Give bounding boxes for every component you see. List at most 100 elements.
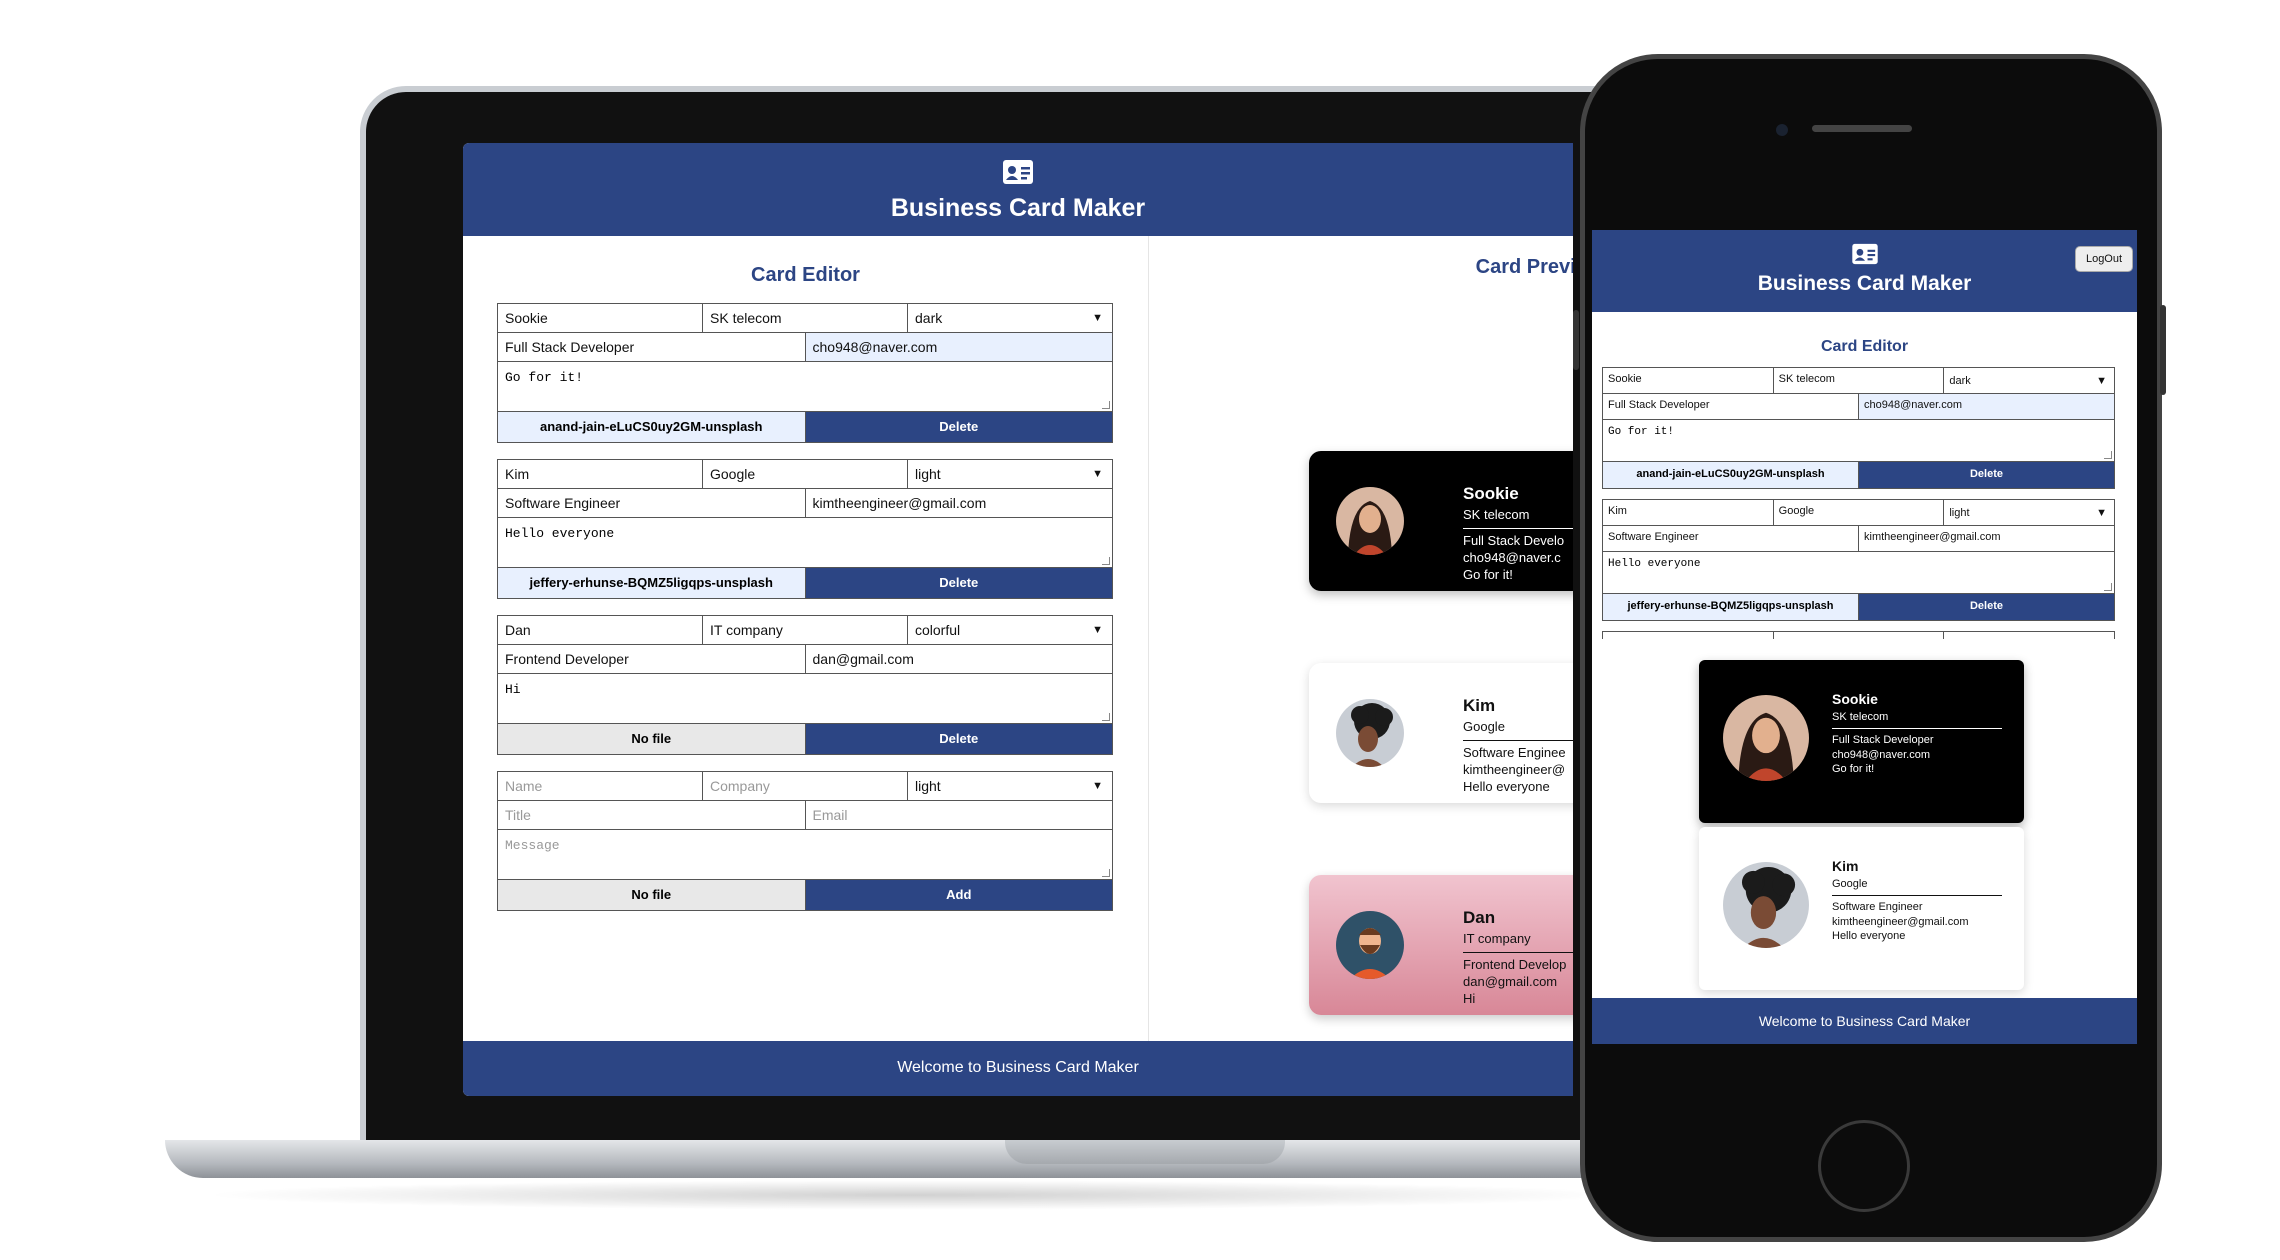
email-input[interactable]: Email bbox=[806, 801, 1113, 829]
message-textarea[interactable]: Message bbox=[498, 830, 1112, 880]
card-form: Sookie SK telecom dark ▼ Full Stack Devel… bbox=[497, 303, 1113, 443]
image-file-button[interactable]: anand-jain-eLuCS0uy2GM-unsplash bbox=[498, 412, 806, 442]
logout-button[interactable]: LogOut bbox=[2075, 246, 2133, 272]
delete-button[interactable]: Delete bbox=[805, 724, 1112, 754]
email-input[interactable]: kimtheengineer@gmail.com bbox=[806, 489, 1113, 517]
image-file-button[interactable]: No file bbox=[498, 724, 806, 754]
chevron-down-icon: ▼ bbox=[1092, 780, 1103, 792]
card-title: Software Enginee bbox=[1463, 744, 1566, 760]
card-name: Sookie bbox=[1463, 484, 1519, 503]
chevron-down-icon: ▼ bbox=[2096, 374, 2108, 387]
message-value: Go for it! bbox=[1608, 426, 1675, 438]
email-input[interactable]: cho948@naver.com bbox=[805, 333, 1112, 361]
resize-handle-icon[interactable] bbox=[1102, 557, 1110, 565]
email-input[interactable]: dan@gmail.com bbox=[806, 645, 1113, 673]
card-form: Kim Google light ▼ Software Engineer kimt… bbox=[497, 459, 1113, 599]
avatar bbox=[1336, 911, 1404, 979]
camera-icon bbox=[1776, 124, 1788, 136]
company-input[interactable]: SK telecom bbox=[703, 304, 908, 332]
card-message: Go for it! bbox=[1832, 763, 1875, 776]
title-input[interactable]: Software Engineer bbox=[498, 489, 806, 517]
email-input[interactable]: cho948@naver.com bbox=[1859, 394, 2114, 419]
card-message: Hi bbox=[1463, 990, 1476, 1006]
title-input[interactable]: Full Stack Developer bbox=[1603, 394, 1859, 419]
card-name: Dan bbox=[1463, 908, 1496, 927]
delete-button[interactable]: Delete bbox=[1859, 462, 2114, 488]
message-placeholder: Message bbox=[505, 838, 560, 853]
laptop-shadow bbox=[200, 1180, 1630, 1210]
image-file-button[interactable]: No file bbox=[498, 880, 806, 910]
theme-select[interactable]: light ▼ bbox=[908, 460, 1112, 488]
delete-button[interactable]: Delete bbox=[805, 412, 1112, 442]
phone-power-button bbox=[2160, 305, 2166, 395]
company-input[interactable]: Google bbox=[1774, 500, 1945, 525]
theme-select[interactable]: dark ▼ bbox=[1944, 368, 2114, 393]
editor-title: Card Editor bbox=[1820, 338, 1909, 355]
title-input[interactable]: Full Stack Developer bbox=[498, 333, 806, 361]
title-input[interactable]: Title bbox=[498, 801, 806, 829]
company-input[interactable]: SK telecom bbox=[1774, 368, 1945, 393]
card-company: SK telecom bbox=[1832, 710, 2002, 730]
company-input[interactable]: Google bbox=[703, 460, 908, 488]
theme-select[interactable]: dark ▼ bbox=[908, 304, 1112, 332]
image-file-button[interactable]: jeffery-erhunse-BQMZ5ligqps-unsplash bbox=[1603, 594, 1859, 620]
resize-handle-icon[interactable] bbox=[2104, 451, 2112, 459]
email-input[interactable]: kimtheengineer@gmail.com bbox=[1859, 526, 2114, 551]
card-company: IT company bbox=[1463, 931, 1573, 953]
name-input[interactable]: Kim bbox=[1603, 500, 1774, 525]
name-input[interactable]: Sookie bbox=[498, 304, 703, 332]
add-card-form: Name Company light ▼ Title Email Message … bbox=[497, 771, 1113, 911]
card-message: Hello everyone bbox=[1832, 930, 1906, 943]
message-textarea[interactable]: Hi bbox=[498, 674, 1112, 724]
title-input[interactable]: Frontend Developer bbox=[498, 645, 806, 673]
chevron-down-icon: ▼ bbox=[1092, 468, 1103, 480]
theme-select[interactable]: light ▼ bbox=[1944, 500, 2114, 525]
preview-card[interactable]: Kim Google Software Enginee kimtheengine… bbox=[1309, 663, 1573, 803]
card-company: Google bbox=[1463, 719, 1573, 741]
resize-handle-icon[interactable] bbox=[1102, 869, 1110, 877]
theme-value: dark bbox=[915, 310, 943, 326]
name-input[interactable]: Name bbox=[498, 772, 703, 800]
title-input[interactable]: Software Engineer bbox=[1603, 526, 1859, 551]
message-textarea[interactable]: Hello everyone bbox=[1603, 552, 2114, 594]
preview-card[interactable]: Sookie SK telecom Full Stack Develo cho9… bbox=[1309, 451, 1573, 591]
add-button[interactable]: Add bbox=[805, 880, 1112, 910]
message-textarea[interactable]: Go for it! bbox=[498, 362, 1112, 412]
delete-button[interactable]: Delete bbox=[805, 568, 1112, 598]
company-input[interactable]: Company bbox=[703, 772, 908, 800]
resize-handle-icon[interactable] bbox=[2104, 583, 2112, 591]
phone-volume-button bbox=[1573, 310, 1579, 370]
company-input[interactable]: IT company bbox=[703, 616, 908, 644]
card-preview: Card Preview Sookie SK telecom Full Stac… bbox=[1149, 236, 1573, 1041]
chevron-down-icon: ▼ bbox=[1092, 624, 1103, 636]
name-input[interactable]: Kim bbox=[498, 460, 703, 488]
name-input[interactable]: Sookie bbox=[1603, 368, 1774, 393]
app-footer: Welcome to Business Card Maker bbox=[1592, 998, 2137, 1044]
name-input[interactable]: Dan bbox=[498, 616, 703, 644]
app-footer: Welcome to Business Card Maker bbox=[463, 1041, 1573, 1096]
avatar bbox=[1723, 695, 1809, 781]
theme-value: dark bbox=[1949, 374, 1971, 387]
preview-card[interactable]: Sookie SK telecom Full Stack Developer c… bbox=[1699, 660, 2024, 823]
theme-select[interactable]: colorful ▼ bbox=[908, 616, 1112, 644]
message-value: Hello everyone bbox=[505, 526, 615, 541]
card-email: kimtheengineer@ bbox=[1463, 761, 1566, 777]
resize-handle-icon[interactable] bbox=[1102, 713, 1110, 721]
card-name: Kim bbox=[1832, 858, 1859, 874]
resize-handle-icon[interactable] bbox=[1102, 401, 1110, 409]
message-textarea[interactable]: Hello everyone bbox=[498, 518, 1112, 568]
editor-title: Card Editor bbox=[751, 264, 860, 286]
card-title: Software Engineer bbox=[1832, 901, 1923, 914]
card-email: cho948@naver.c bbox=[1463, 549, 1561, 565]
preview-card[interactable]: Dan IT company Frontend Develop dan@gmai… bbox=[1309, 875, 1573, 1015]
message-value: Go for it! bbox=[505, 370, 584, 385]
card-form-partial bbox=[1602, 631, 2115, 639]
theme-select[interactable]: light ▼ bbox=[908, 772, 1112, 800]
home-button[interactable] bbox=[1818, 1120, 1910, 1212]
preview-card[interactable]: Kim Google Software Engineer kimtheengin… bbox=[1699, 827, 2024, 990]
message-textarea[interactable]: Go for it! bbox=[1603, 420, 2114, 462]
image-file-button[interactable]: anand-jain-eLuCS0uy2GM-unsplash bbox=[1603, 462, 1859, 488]
image-file-button[interactable]: jeffery-erhunse-BQMZ5ligqps-unsplash bbox=[498, 568, 806, 598]
delete-button[interactable]: Delete bbox=[1859, 594, 2114, 620]
message-value: Hello everyone bbox=[1608, 558, 1701, 570]
